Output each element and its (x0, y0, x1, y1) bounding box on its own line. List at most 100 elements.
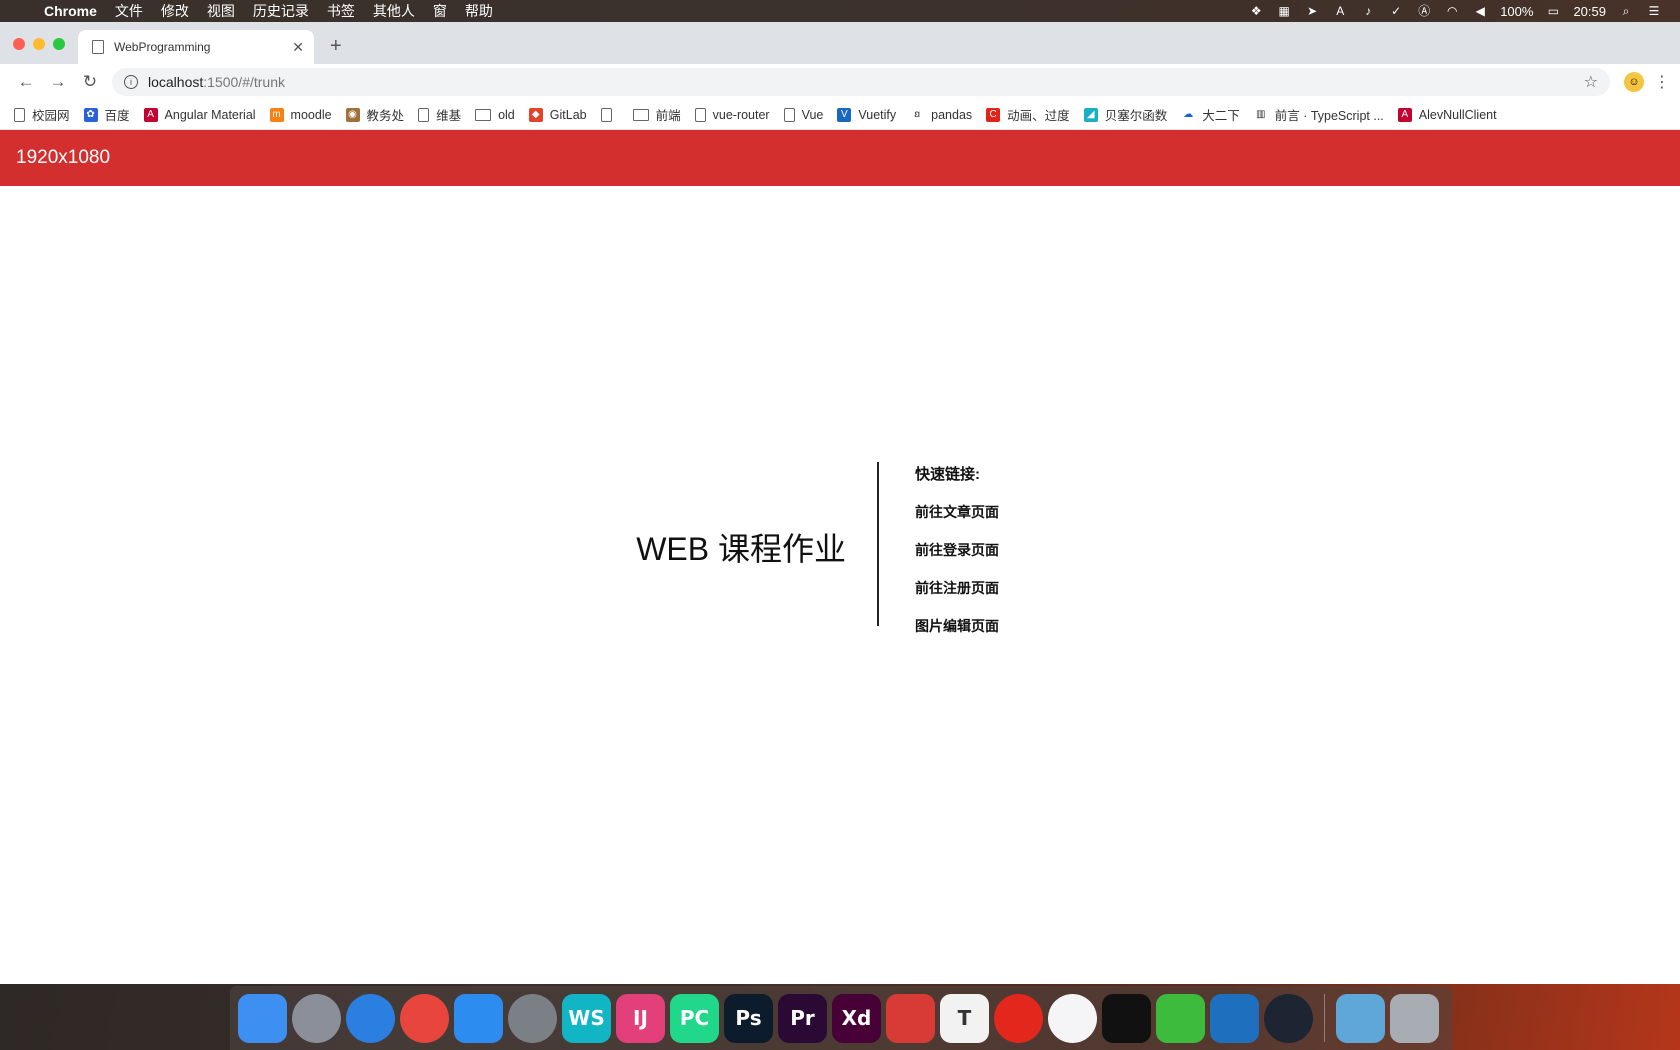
bookmark-item[interactable]: A AlevNullClient (1397, 107, 1497, 122)
dock-typora-icon[interactable]: T (940, 993, 989, 1043)
site-info-icon[interactable]: i (124, 75, 138, 89)
doc-icon (694, 107, 706, 122)
menu-file[interactable]: 文件 (115, 1, 143, 21)
dock-itunes-icon[interactable] (1048, 993, 1097, 1043)
angular-icon: A (1397, 107, 1412, 122)
dock-chrome-icon[interactable] (400, 993, 449, 1043)
bookmark-item[interactable]: A Angular Material (143, 107, 256, 122)
link-image-editor-page[interactable]: 图片编辑页面 (915, 616, 999, 636)
bookmark-item[interactable]: ▥ 前言 · TypeScript ... (1253, 105, 1384, 124)
dock-intellij-icon[interactable]: IJ (616, 993, 665, 1043)
menu-people[interactable]: 其他人 (373, 1, 415, 21)
close-tab-icon[interactable]: ✕ (292, 39, 304, 56)
menu-history[interactable]: 历史记录 (253, 1, 309, 21)
input-a-icon[interactable]: A (1332, 4, 1348, 18)
bookmark-item[interactable]: ◉ 教务处 (345, 105, 404, 124)
bookmark-item[interactable]: ◢ 贝塞尔函数 (1083, 105, 1167, 124)
dock-pycharm-icon[interactable]: PC (670, 993, 719, 1043)
close-window-button[interactable] (13, 38, 25, 50)
menu-edit[interactable]: 修改 (161, 1, 189, 21)
bookmark-item[interactable]: ☁ 大二下 (1181, 105, 1240, 124)
link-article-page[interactable]: 前往文章页面 (915, 502, 999, 522)
school-icon: ◉ (345, 107, 360, 122)
browser-tab[interactable]: WebProgramming ✕ (78, 30, 314, 64)
dock-qq-icon[interactable] (1102, 993, 1151, 1043)
bookmark-item[interactable]: 维基 (418, 105, 461, 124)
layout-icon[interactable]: ▦ (1276, 4, 1292, 18)
link-login-page[interactable]: 前往登录页面 (915, 540, 999, 560)
reload-button[interactable]: ↻ (74, 72, 106, 92)
back-button[interactable]: ← (10, 72, 42, 92)
bookmark-item[interactable]: ꞛ pandas (910, 107, 972, 122)
send-icon[interactable]: ➤ (1304, 4, 1320, 18)
gitlab-icon: ◆ (528, 107, 543, 122)
cloud-icon: ☁ (1181, 107, 1196, 122)
bookmark-label: 百度 (104, 109, 130, 123)
bookmark-label: vue-router (712, 107, 770, 122)
dock: WS IJ PC Ps Pr Xd T (230, 986, 1452, 1050)
zoom-window-button[interactable] (53, 38, 65, 50)
dock-bear-icon[interactable] (886, 993, 935, 1043)
dock-photoshop-icon[interactable]: Ps (724, 993, 773, 1043)
menu-bar: Chrome 文件 修改 视图 历史记录 书签 其他人 窗 帮助 ❖ ▦ ➤ A… (0, 0, 1680, 22)
bookmark-label: 前端 (655, 109, 681, 123)
bookmark-item[interactable]: Vue (783, 107, 823, 122)
wifi-icon[interactable]: ◠ (1444, 4, 1460, 18)
dock-vscode-icon[interactable] (1210, 993, 1259, 1043)
dock-safari-icon[interactable] (346, 993, 395, 1043)
dock-xd-icon[interactable]: Xd (832, 993, 881, 1043)
profile-avatar[interactable]: ☺ (1624, 72, 1644, 92)
menu-bookmarks[interactable]: 书签 (327, 1, 355, 21)
dock-app-store-icon[interactable] (454, 993, 503, 1043)
bookmark-label: GitLab (549, 107, 587, 122)
main-content: WEB 课程作业 快速链接: 前往文章页面 前往登录页面 前往注册页面 图片编辑… (0, 186, 1680, 966)
dock-finder-icon[interactable] (238, 993, 287, 1043)
url-host: localhost (148, 74, 204, 90)
menu-help[interactable]: 帮助 (465, 1, 493, 21)
bookmark-star-icon[interactable]: ☆ (1584, 72, 1598, 92)
bookmark-item[interactable]: V Vuetify (837, 107, 896, 122)
shield-check-icon[interactable]: ✓ (1388, 4, 1404, 18)
address-bar[interactable]: i localhost:1500/#/trunk ☆ (112, 68, 1610, 96)
dock-infuse-icon[interactable] (1264, 993, 1313, 1043)
dock-separator (1324, 994, 1325, 1042)
bookmark-item[interactable]: ◆ GitLab (528, 107, 587, 122)
bookmark-item[interactable]: 校园网 (14, 105, 70, 124)
dock-downloads-icon[interactable] (1336, 993, 1385, 1043)
volume-icon[interactable]: ◀ (1472, 4, 1488, 18)
clock[interactable]: 20:59 (1573, 4, 1606, 19)
dock-webstorm-icon[interactable]: WS (562, 993, 611, 1043)
battery-percent: 100% (1500, 3, 1534, 19)
input-method-icon[interactable]: Ⓐ (1416, 4, 1432, 18)
bookmark-item[interactable]: C 动画、过度 (986, 105, 1070, 124)
new-tab-button[interactable]: + (330, 35, 342, 58)
bookmark-folder[interactable]: 前端 (632, 105, 681, 124)
dock-system-preferences-icon[interactable] (508, 993, 557, 1043)
menu-kebab-icon[interactable]: ⋮ (1654, 72, 1670, 92)
battery-icon[interactable]: ▭ (1545, 4, 1561, 18)
minimize-window-button[interactable] (33, 38, 45, 50)
doc-icon (418, 107, 430, 122)
bookmark-item[interactable]: ✿ 百度 (83, 105, 130, 124)
link-register-page[interactable]: 前往注册页面 (915, 578, 999, 598)
dock-netease-music-icon[interactable] (994, 993, 1043, 1043)
bookmark-item[interactable]: m moodle (269, 107, 332, 122)
bookmark-item[interactable]: vue-router (694, 107, 770, 122)
dropbox-icon[interactable]: ❖ (1248, 4, 1264, 18)
dock-launchpad-icon[interactable] (292, 993, 341, 1043)
menu-window[interactable]: 窗 (433, 1, 447, 21)
spotlight-icon[interactable]: ⌕ (1618, 4, 1634, 18)
bell-icon[interactable]: ♪ (1360, 4, 1376, 18)
dock-wechat-icon[interactable] (1156, 993, 1205, 1043)
bookmark-folder[interactable]: old (475, 108, 515, 122)
menu-app-name[interactable]: Chrome (44, 3, 97, 19)
forward-button[interactable]: → (42, 72, 74, 92)
bookmark-item[interactable] (600, 107, 619, 122)
quick-links-heading: 快速链接: (915, 466, 980, 483)
menu-view[interactable]: 视图 (207, 1, 235, 21)
dock-trash-icon[interactable] (1390, 993, 1439, 1043)
browser-toolbar: ← → ↻ i localhost:1500/#/trunk ☆ ☺ ⋮ (0, 64, 1680, 100)
notification-center-icon[interactable]: ☰ (1646, 4, 1662, 18)
red-c-icon: C (986, 107, 1001, 122)
dock-premiere-icon[interactable]: Pr (778, 993, 827, 1043)
